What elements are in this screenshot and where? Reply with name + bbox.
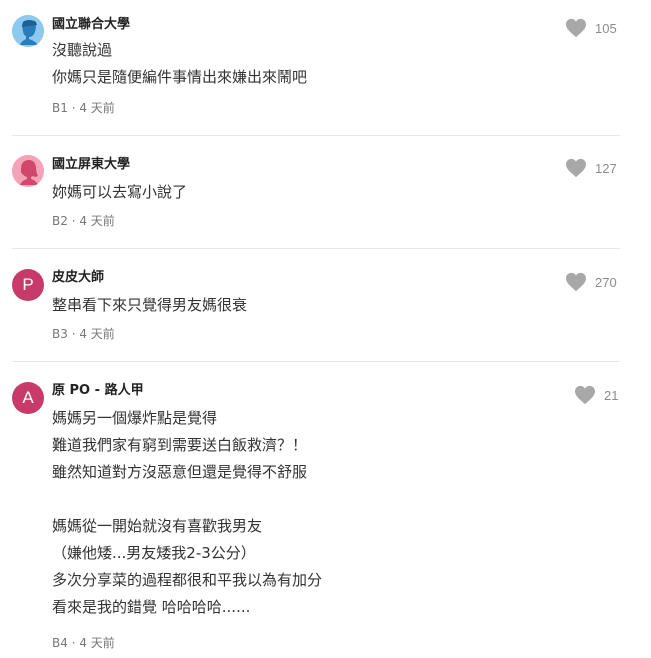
avatar[interactable]: P [12, 269, 44, 301]
divider [12, 248, 620, 249]
author-name[interactable]: 國立屏東大學 [52, 157, 130, 173]
divider [12, 135, 620, 136]
like-count: 21 [604, 387, 619, 403]
avatar-letter: P [22, 275, 34, 294]
comment-line: 看來是我的錯覺 哈哈哈哈...... [52, 598, 251, 616]
post-time: 4 天前 [79, 214, 115, 228]
post-time: 4 天前 [79, 327, 115, 341]
comment-line: 整串看下來只覺得男友媽很衰 [52, 296, 248, 314]
heart-icon [566, 272, 586, 292]
avatar[interactable] [12, 15, 44, 47]
author-name[interactable]: 國立聯合大學 [52, 17, 130, 33]
comment-line: 多次分享菜的過程都很和平我以為有加分 [52, 571, 323, 589]
avatar[interactable] [12, 155, 44, 187]
male-user-icon [12, 15, 44, 47]
comment-body: 沒聽說過 你媽只是隨便編件事情出來嫌出來鬧吧 [52, 37, 307, 91]
author-name[interactable]: 原 PO - 路人甲 [52, 383, 144, 399]
floor-number: B4 [52, 636, 68, 650]
floor-number: B2 [52, 214, 68, 228]
author-nickname: 路人甲 [104, 383, 144, 398]
like-button[interactable]: 127 [565, 158, 617, 178]
comment-line: （嫌他矮...男友矮我2-3公分） [52, 544, 256, 562]
comment-line: 媽媽另一個爆炸點是覺得 [52, 409, 218, 427]
female-user-icon [12, 155, 44, 187]
avatar-letter: A [22, 388, 34, 407]
like-button[interactable]: 270 [565, 272, 617, 292]
comment-line-blank [52, 486, 322, 513]
comment-body: 媽媽另一個爆炸點是覺得 難道我們家有窮到需要送白飯救濟？！ 雖然知道對方沒惡意但… [52, 405, 322, 621]
comment-body: 整串看下來只覺得男友媽很衰 [52, 292, 247, 319]
avatar[interactable]: A [12, 382, 44, 414]
comment-meta: B1 · 4 天前 [52, 101, 115, 115]
comment-body: 妳媽可以去寫小說了 [52, 179, 187, 206]
author-name[interactable]: 皮皮大師 [52, 270, 104, 286]
post-time: 4 天前 [79, 101, 115, 115]
comment-line: 妳媽可以去寫小說了 [52, 183, 188, 201]
comment-line: 雖然知道對方沒惡意但還是覺得不舒服 [52, 463, 308, 481]
like-count: 105 [595, 20, 617, 36]
comment-line: 沒聽說過 [52, 41, 113, 59]
comment-meta: B4 · 4 天前 [52, 636, 115, 650]
original-poster-tag: 原 PO [52, 383, 91, 398]
floor-number: B1 [52, 101, 68, 115]
heart-icon [566, 158, 586, 178]
heart-icon [566, 18, 586, 38]
like-button[interactable]: 105 [565, 18, 617, 38]
author-separator: - [94, 383, 105, 398]
comment-line: 媽媽從一開始就沒有喜歡我男友 [52, 517, 263, 535]
comment-meta: B2 · 4 天前 [52, 214, 115, 228]
like-count: 270 [595, 274, 617, 290]
heart-icon [575, 385, 595, 405]
floor-number: B3 [52, 327, 68, 341]
divider [12, 361, 620, 362]
comment-line: 你媽只是隨便編件事情出來嫌出來鬧吧 [52, 68, 308, 86]
comment-line: 難道我們家有窮到需要送白飯救濟？！ [52, 436, 308, 454]
post-time: 4 天前 [79, 636, 115, 650]
like-count: 127 [595, 160, 617, 176]
comment-meta: B3 · 4 天前 [52, 327, 115, 341]
like-button[interactable]: 21 [574, 385, 618, 405]
